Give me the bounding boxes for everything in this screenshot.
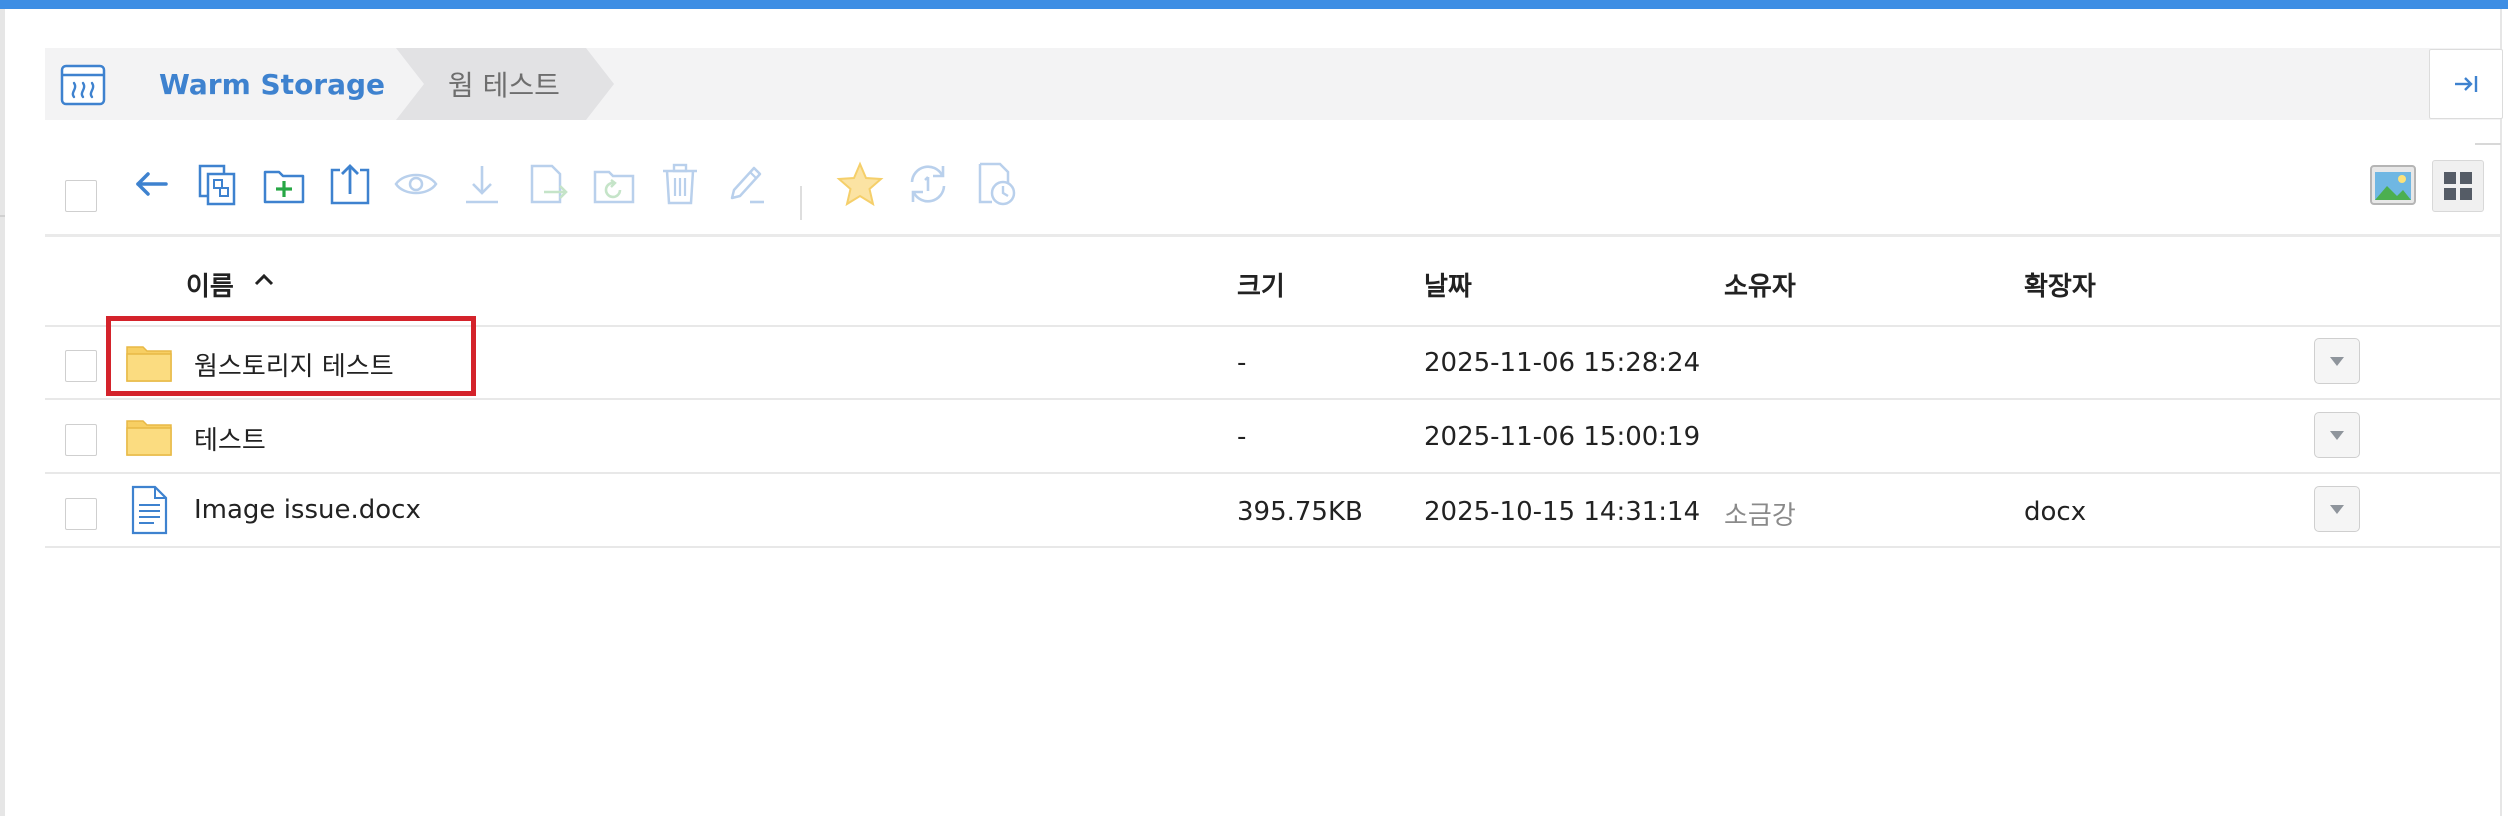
- row-divider: [45, 546, 2500, 548]
- column-header-extension[interactable]: 확장자: [2024, 266, 2096, 303]
- left-panel-border: [0, 9, 5, 816]
- row-divider: [45, 472, 2500, 474]
- version-history-icon[interactable]: [972, 160, 1020, 208]
- breadcrumb-item-current[interactable]: 웜 테스트: [396, 48, 614, 120]
- sync-icon[interactable]: [904, 160, 952, 208]
- warm-storage-icon[interactable]: [58, 61, 108, 109]
- restore-icon[interactable]: [590, 160, 638, 208]
- row-menu-button[interactable]: [2314, 412, 2360, 458]
- grid-view-icon[interactable]: [2432, 160, 2484, 212]
- right-panel-border: [2500, 9, 2502, 816]
- new-folder-icon[interactable]: [260, 160, 308, 208]
- download-icon[interactable]: [458, 160, 506, 208]
- row-checkbox[interactable]: [65, 424, 97, 456]
- toolbar-separator: [800, 186, 802, 220]
- chevron-down-icon: [2330, 357, 2344, 366]
- row-size: 395.75KB: [1237, 497, 1363, 527]
- move-icon[interactable]: [524, 160, 572, 208]
- collapse-panel-button[interactable]: [2429, 49, 2503, 119]
- folder-icon: [124, 411, 174, 461]
- row-name[interactable]: 테스트: [194, 420, 266, 457]
- row-menu-button[interactable]: [2314, 338, 2360, 384]
- toolbar-divider: [45, 234, 2500, 237]
- column-header-owner[interactable]: 소유자: [1724, 266, 1796, 303]
- row-name[interactable]: Image issue.docx: [194, 495, 421, 525]
- collapse-right-icon: [2455, 76, 2478, 92]
- row-size: -: [1237, 348, 1247, 378]
- row-date: 2025-10-15 14:31:14: [1424, 497, 1701, 527]
- top-accent-bar: [0, 0, 2508, 9]
- back-arrow-icon[interactable]: [128, 160, 176, 208]
- row-size: -: [1237, 422, 1247, 452]
- row-checkbox[interactable]: [65, 498, 97, 530]
- preview-icon[interactable]: [392, 160, 440, 208]
- column-header-size[interactable]: 크기: [1237, 266, 1285, 303]
- delete-icon[interactable]: [656, 160, 704, 208]
- highlight-box: [106, 316, 476, 396]
- copy-icon[interactable]: [194, 160, 242, 208]
- rename-icon[interactable]: [722, 160, 770, 208]
- document-icon: [124, 485, 174, 535]
- row-menu-button[interactable]: [2314, 486, 2360, 532]
- row-extension: docx: [2024, 497, 2087, 527]
- left-panel-tick: [0, 215, 5, 217]
- row-date: 2025-11-06 15:28:24: [1424, 348, 1701, 378]
- row-owner: 소금강: [1724, 501, 1796, 531]
- column-header-date[interactable]: 날짜: [1424, 266, 1472, 303]
- favorite-star-icon[interactable]: [836, 160, 884, 208]
- sort-ascending-icon[interactable]: [252, 270, 276, 288]
- row-divider: [45, 398, 2500, 400]
- upload-icon[interactable]: [326, 160, 374, 208]
- row-date: 2025-11-06 15:00:19: [1424, 422, 1701, 452]
- image-view-icon[interactable]: [2367, 160, 2419, 212]
- select-all-checkbox[interactable]: [65, 180, 97, 212]
- chevron-down-icon: [2330, 505, 2344, 514]
- row-checkbox[interactable]: [65, 350, 97, 382]
- chevron-down-icon: [2330, 431, 2344, 440]
- right-panel-tick: [2475, 143, 2501, 145]
- column-header-name[interactable]: 이름: [186, 266, 234, 303]
- breadcrumb-item-warm-storage[interactable]: Warm Storage: [118, 48, 396, 120]
